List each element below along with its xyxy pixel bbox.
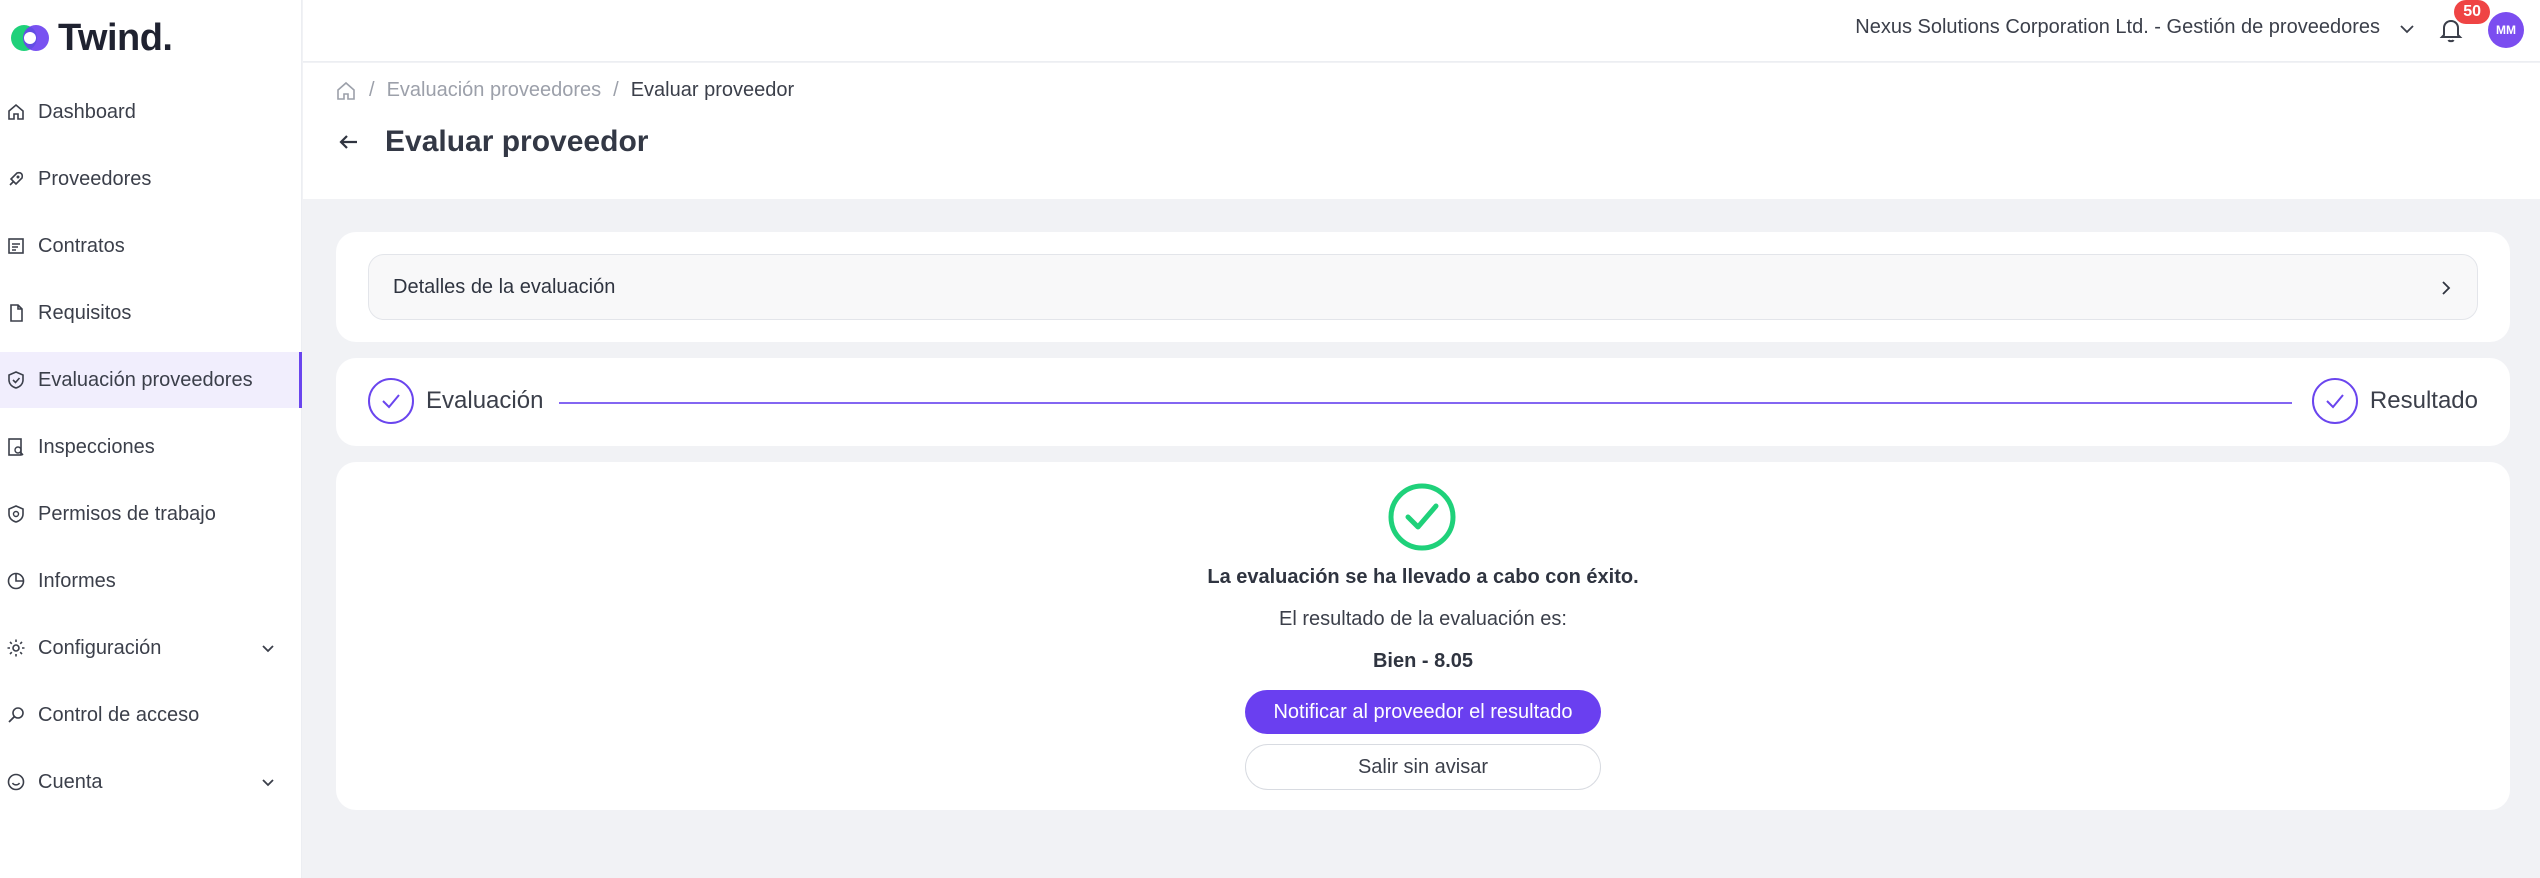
check-icon — [382, 394, 400, 409]
sidebar-item-label: Contratos — [38, 234, 125, 257]
logo-text: Twind. — [58, 16, 173, 59]
step-check-circle — [2311, 378, 2358, 424]
exit-without-notify-button[interactable]: Salir sin avisar — [1245, 744, 1601, 790]
stepper: Evaluación Resultado — [336, 358, 2510, 446]
sidebar: Twind. Dashboard Proveedores Contratos R… — [0, 0, 302, 878]
gear-icon — [7, 639, 25, 657]
breadcrumb-item[interactable]: Evaluación proveedores — [387, 79, 602, 102]
step-resultado: Resultado — [2311, 378, 2478, 424]
step-evaluacion: Evaluación — [368, 378, 543, 424]
title-row: Evaluar proveedor — [335, 125, 648, 159]
step-label: Resultado — [2369, 387, 2478, 414]
breadcrumb-separator: / — [369, 79, 375, 101]
sidebar-item-configuracion[interactable]: Configuración — [0, 620, 302, 676]
avatar[interactable]: MM — [2488, 12, 2524, 48]
step-connector — [559, 402, 2292, 404]
evaluation-details-accordion[interactable]: Detalles de la evaluación — [368, 254, 2478, 320]
shield-check-icon — [8, 371, 24, 389]
chevron-down-icon[interactable] — [258, 772, 278, 792]
result-value: Bien - 8.05 — [1372, 650, 1474, 672]
logo-icon — [11, 25, 49, 51]
shield-icon — [8, 505, 24, 523]
breadcrumb: / Evaluación proveedores / Evaluar prove… — [335, 79, 794, 102]
pie-chart-icon — [7, 572, 25, 590]
result-label: El resultado de la evaluación es: — [1279, 608, 1567, 630]
sidebar-item-dashboard[interactable]: Dashboard — [0, 84, 302, 140]
chevron-down-icon[interactable] — [258, 638, 278, 658]
breadcrumb-current: Evaluar proveedor — [630, 79, 795, 101]
step-label: Evaluación — [426, 387, 544, 414]
document-icon — [10, 304, 23, 322]
sidebar-item-label: Configuración — [38, 636, 162, 659]
chevron-down-icon[interactable] — [2396, 18, 2418, 40]
step-check-circle — [368, 378, 414, 424]
sidebar-item-inspecciones[interactable]: Inspecciones — [0, 419, 302, 475]
sidebar-item-label: Evaluación proveedores — [38, 368, 253, 391]
company-selector[interactable]: Nexus Solutions Corporation Ltd. - Gesti… — [1855, 16, 2380, 39]
details-card: Detalles de la evaluación — [336, 232, 2510, 342]
sidebar-item-permisos-de-trabajo[interactable]: Permisos de trabajo — [0, 486, 302, 542]
sidebar-item-label: Permisos de trabajo — [38, 502, 216, 525]
key-icon — [8, 707, 24, 723]
rocket-icon — [9, 171, 24, 186]
home-icon[interactable] — [335, 80, 357, 102]
sidebar-item-informes[interactable]: Informes — [0, 553, 302, 609]
topbar: Nexus Solutions Corporation Ltd. - Gesti… — [303, 0, 2540, 62]
arrow-left-icon[interactable] — [335, 128, 363, 156]
inspection-icon — [8, 438, 24, 456]
page-title: Evaluar proveedor — [385, 125, 649, 158]
accordion-label: Detalles de la evaluación — [393, 275, 616, 298]
sidebar-item-label: Control de acceso — [38, 703, 200, 726]
notify-supplier-button[interactable]: Notificar al proveedor el resultado — [1245, 690, 1601, 734]
sidebar-item-label: Inspecciones — [38, 435, 155, 458]
user-circle-icon — [7, 773, 25, 791]
sidebar-item-requisitos[interactable]: Requisitos — [0, 285, 302, 341]
sidebar-nav: Dashboard Proveedores Contratos Requisit… — [0, 84, 302, 821]
sidebar-item-label: Cuenta — [38, 770, 103, 793]
breadcrumb-separator: / — [613, 79, 619, 101]
sidebar-item-proveedores[interactable]: Proveedores — [0, 151, 302, 207]
result-card: La evaluación se ha llevado a cabo con é… — [336, 462, 2510, 810]
success-check-icon — [1388, 483, 1456, 551]
sidebar-item-contratos[interactable]: Contratos — [0, 218, 302, 274]
sidebar-item-label: Dashboard — [38, 100, 136, 123]
result-message: La evaluación se ha llevado a cabo con é… — [1207, 566, 1639, 588]
sidebar-item-label: Requisitos — [38, 301, 132, 324]
notification-badge: 50 — [2454, 0, 2490, 24]
sidebar-item-cuenta[interactable]: Cuenta — [0, 754, 302, 810]
home-icon — [8, 103, 24, 120]
contract-icon — [8, 238, 24, 254]
sidebar-item-evaluacion-proveedores[interactable]: Evaluación proveedores — [0, 352, 302, 408]
sidebar-item-label: Proveedores — [38, 167, 152, 190]
sidebar-item-control-de-acceso[interactable]: Control de acceso — [0, 687, 302, 743]
check-icon — [2326, 394, 2344, 409]
sidebar-item-label: Informes — [38, 569, 116, 592]
chevron-right-icon — [2442, 281, 2451, 295]
logo[interactable]: Twind. — [8, 16, 173, 60]
page-header: / Evaluación proveedores / Evaluar prove… — [303, 63, 2540, 199]
